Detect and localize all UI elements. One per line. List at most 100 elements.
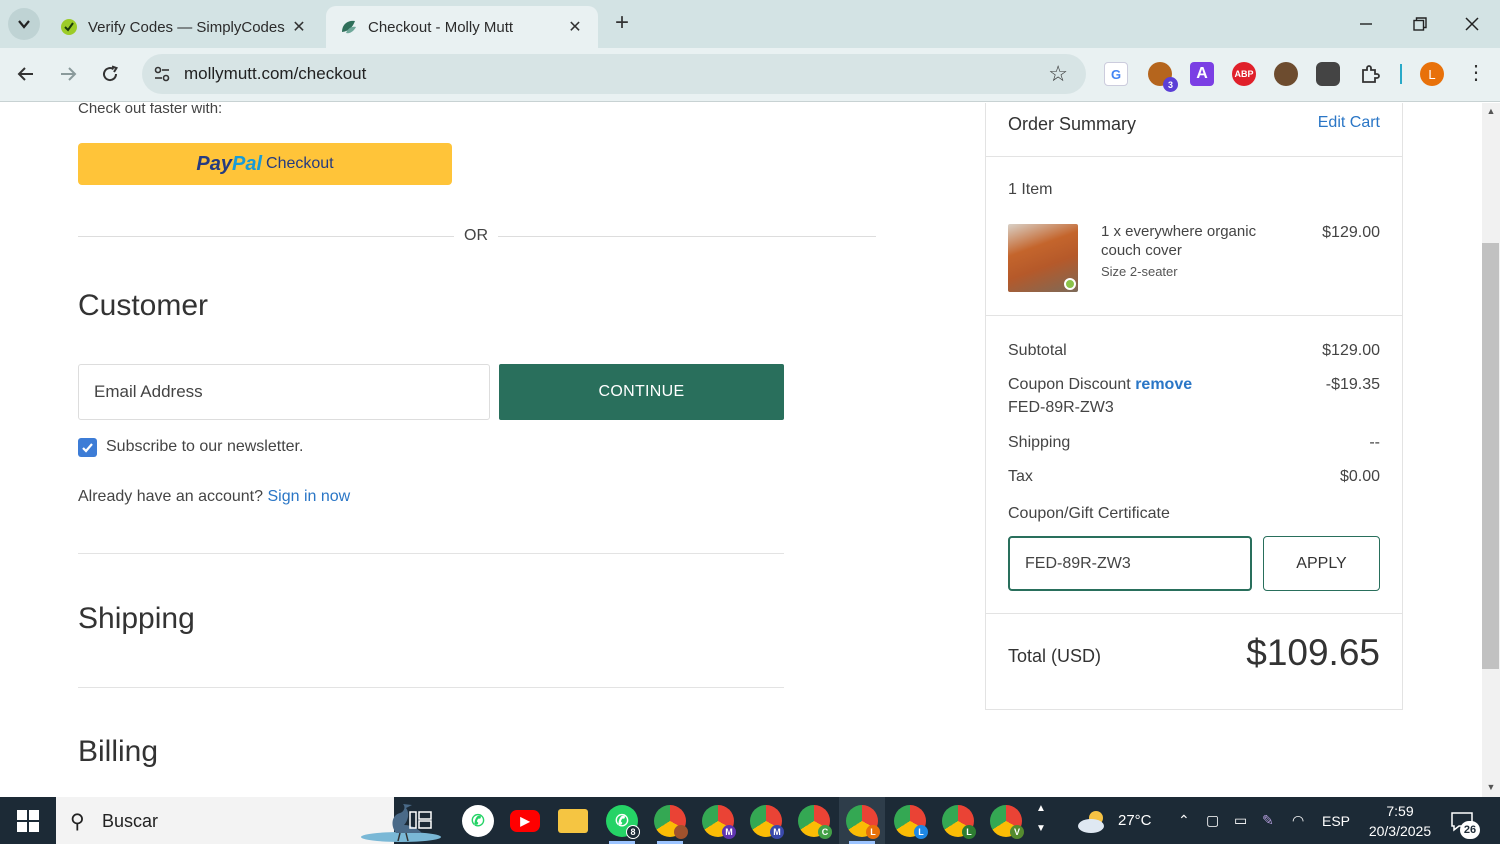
subtotal-value: $129.00 — [1322, 342, 1380, 359]
close-tab-icon[interactable]: ✕ — [290, 17, 308, 37]
restore-icon — [1413, 17, 1427, 31]
clock-time: 7:59 — [1386, 803, 1414, 819]
new-tab-button[interactable]: + — [608, 10, 636, 38]
extensions-puzzle-icon[interactable] — [1358, 62, 1382, 86]
whatsapp-web-icon[interactable]: ✆ — [462, 805, 494, 837]
tax-value: $0.00 — [1339, 468, 1380, 485]
chrome-profile-l3-icon[interactable]: L — [942, 805, 976, 839]
product-price: $129.00 — [1322, 224, 1380, 241]
whatsapp-icon[interactable]: ✆ 8 — [606, 805, 640, 839]
tray-overflow-icon[interactable]: ⌃ — [1178, 797, 1190, 844]
extension-badge: 3 — [1163, 77, 1178, 92]
chrome-profile-v-icon[interactable]: V — [990, 805, 1024, 839]
reload-icon — [103, 65, 119, 82]
scroll-up-icon[interactable]: ▲ — [1485, 106, 1497, 116]
paypal-checkout-button[interactable]: Pay Pal Checkout — [78, 143, 452, 185]
google-translate-extension-icon[interactable]: G — [1104, 62, 1128, 86]
search-placeholder: Buscar — [102, 811, 159, 831]
minimize-icon — [1360, 23, 1372, 25]
site-settings-icon[interactable] — [152, 64, 172, 84]
divider — [986, 613, 1402, 614]
minimize-button[interactable] — [1346, 8, 1386, 40]
chevron-down-icon — [18, 20, 30, 29]
search-icon: ⚲ — [70, 811, 85, 833]
divider — [498, 236, 876, 237]
system-clock[interactable]: 7:59 20/3/2025 — [1362, 801, 1438, 841]
sign-in-link[interactable]: Sign in now — [267, 488, 350, 505]
restore-button[interactable] — [1400, 8, 1440, 40]
chrome-profile-m2-icon[interactable]: M — [750, 805, 784, 839]
tab-search-button[interactable] — [8, 8, 40, 40]
whatsapp-badge: 8 — [626, 825, 640, 839]
wifi-icon[interactable]: ◠ — [1292, 797, 1304, 844]
order-summary-title: Order Summary — [1008, 114, 1137, 134]
remove-coupon-link[interactable]: remove — [1135, 376, 1192, 393]
bookmark-star-icon[interactable]: ☆ — [1048, 61, 1068, 87]
continue-button[interactable]: CONTINUE — [499, 364, 784, 420]
chrome-profile-icon[interactable] — [654, 805, 688, 839]
youtube-icon[interactable]: ▶ — [510, 810, 540, 832]
address-bar[interactable]: mollymutt.com/checkout ☆ — [142, 54, 1086, 94]
task-view-icon[interactable] — [408, 808, 434, 837]
toolbar-divider — [1400, 64, 1402, 84]
windows-logo-icon — [17, 809, 39, 832]
newsletter-checkbox[interactable] — [78, 438, 97, 457]
coupon-code-field[interactable] — [1008, 536, 1252, 591]
chrome-profile-l-active-icon[interactable]: L — [846, 805, 880, 839]
profile-avatar[interactable]: L — [1420, 62, 1444, 86]
or-separator: OR — [464, 227, 488, 244]
start-button[interactable] — [0, 797, 56, 844]
reload-button[interactable] — [94, 58, 126, 90]
taskbar-search[interactable]: ⚲ Buscar — [56, 797, 441, 844]
browser-menu-icon[interactable]: ⋮ — [1466, 62, 1486, 86]
close-icon — [1465, 17, 1479, 31]
forward-button[interactable] — [52, 58, 84, 90]
shipping-label: Shipping — [1008, 434, 1071, 451]
edit-cart-link[interactable]: Edit Cart — [1318, 114, 1380, 132]
close-tab-icon[interactable]: ✕ — [566, 17, 584, 37]
arrow-left-icon — [17, 67, 33, 81]
paypal-checkout-label: Checkout — [266, 155, 334, 172]
robot-extension-icon[interactable] — [1316, 62, 1340, 86]
adblock-plus-icon[interactable]: ABP — [1232, 62, 1256, 86]
newsletter-label: Subscribe to our newsletter. — [106, 438, 304, 455]
pen-icon[interactable]: ✎ — [1262, 797, 1274, 844]
file-explorer-icon[interactable] — [558, 809, 588, 833]
chrome-profile-c-icon[interactable]: C — [798, 805, 832, 839]
order-summary-panel: Order Summary Edit Cart 1 Item 1 x every… — [985, 103, 1403, 710]
apply-coupon-button[interactable]: APPLY — [1263, 536, 1380, 591]
meet-now-icon[interactable]: ▢ — [1206, 797, 1219, 844]
cookie-extension-icon[interactable]: 3 — [1148, 62, 1178, 92]
clock-date: 20/3/2025 — [1368, 823, 1432, 839]
close-window-button[interactable] — [1452, 8, 1492, 40]
paypal-logo-pay: Pay — [196, 152, 232, 175]
tab-molly-mutt[interactable]: Checkout - Molly Mutt ✕ — [326, 6, 598, 48]
cookie-editor-icon[interactable] — [1274, 62, 1298, 86]
eco-badge-icon — [1064, 278, 1076, 290]
scroll-down-icon[interactable]: ▼ — [1485, 782, 1497, 792]
chrome-profile-m-icon[interactable]: M — [702, 805, 736, 839]
product-thumbnail — [1008, 224, 1078, 292]
email-field[interactable] — [78, 364, 490, 420]
notification-center-icon[interactable]: 26 — [1450, 797, 1480, 844]
paypal-logo-pal: Pal — [231, 152, 263, 175]
weather-temperature: 27°C — [1118, 812, 1152, 829]
back-button[interactable] — [10, 58, 42, 90]
notification-count: 26 — [1460, 821, 1480, 839]
chrome-profile-l2-icon[interactable]: L — [894, 805, 928, 839]
weather-widget[interactable]: 27°C — [1076, 797, 1152, 844]
tab-strip: Verify Codes — SimplyCodes ✕ Checkout - … — [0, 0, 1500, 48]
input-language[interactable]: ESP — [1322, 797, 1350, 844]
molly-mutt-favicon-icon — [342, 20, 356, 34]
billing-heading: Billing — [78, 735, 159, 768]
arrow-right-icon — [61, 67, 77, 81]
coupon-code: FED-89R-ZW3 — [1008, 399, 1114, 416]
tab-simplycodes[interactable]: Verify Codes — SimplyCodes ✕ — [46, 6, 322, 48]
divider — [78, 236, 454, 237]
taskbar-scroll-icon[interactable]: ▲ ▼ — [1034, 799, 1048, 839]
font-extension-icon[interactable]: A — [1190, 62, 1214, 86]
checkout-page: Check out faster with: Pay Pal Checkout O… — [0, 103, 1500, 797]
battery-icon[interactable]: ▭ — [1234, 797, 1247, 844]
scrollbar-thumb[interactable] — [1482, 243, 1499, 669]
product-name: 1 x everywhere organic couch cover — [1101, 223, 1257, 259]
